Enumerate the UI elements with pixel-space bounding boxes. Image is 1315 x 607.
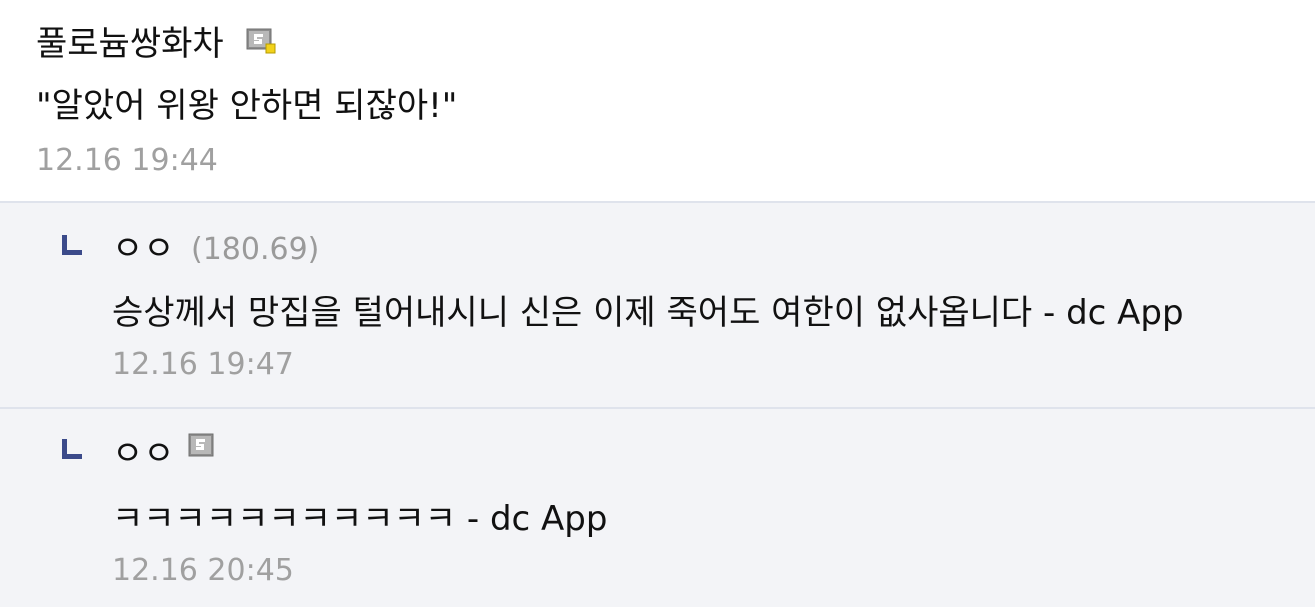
reply-text: 승상께서 망집을 털어내시니 신은 이제 죽어도 여한이 없사옵니다 - dc … [112, 293, 1184, 333]
reply-arrow-icon [62, 235, 82, 255]
comment-nickname[interactable]: 풀로늄쌍화차 [36, 24, 224, 64]
reply-timestamp: 12.16 19:47 [112, 347, 294, 382]
gallog-fixed-user-icon[interactable] [188, 433, 218, 459]
comment-item: 풀로늄쌍화차 "알았어 위왕 안하면 되잖아!" 12.16 19:44 [0, 0, 1315, 203]
reply-timestamp: 12.16 20:45 [112, 553, 294, 588]
reply-nickname[interactable]: ㅇㅇ [112, 229, 175, 269]
reply-text: ㅋㅋㅋㅋㅋㅋㅋㅋㅋㅋㅋ - dc App [112, 499, 608, 539]
comment-text: "알았어 위왕 안하면 되잖아!" [36, 86, 458, 126]
comment-timestamp: 12.16 19:44 [36, 143, 218, 178]
reply-nickname[interactable]: ㅇㅇ [112, 434, 175, 474]
reply-ip-address: (180.69) [191, 232, 320, 267]
reply-item: ㅇㅇ ㅋㅋㅋㅋㅋㅋㅋㅋㅋㅋㅋ - dc App 12.16 20:45 [0, 409, 1315, 607]
reply-arrow-icon [62, 439, 82, 459]
reply-item: ㅇㅇ (180.69) 승상께서 망집을 털어내시니 신은 이제 죽어도 여한이… [0, 203, 1315, 409]
gallog-fixed-user-icon[interactable] [246, 28, 276, 54]
